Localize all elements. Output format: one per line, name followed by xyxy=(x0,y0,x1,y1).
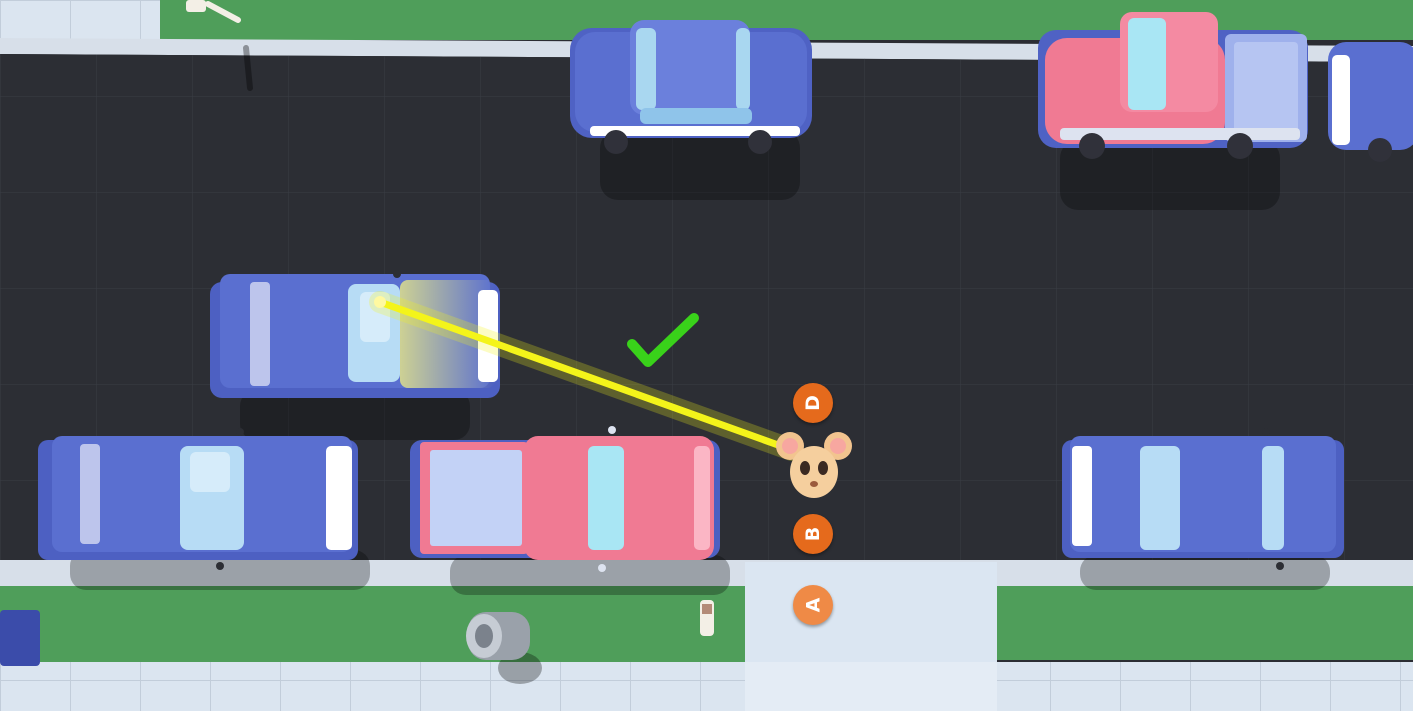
bench-left xyxy=(0,610,40,666)
red-pickup-bottom[interactable] xyxy=(410,426,720,572)
game-scene xyxy=(0,0,1413,711)
marker-b[interactable]: B xyxy=(793,514,833,554)
marker-a[interactable]: A xyxy=(793,585,833,625)
marker-d-label: D xyxy=(802,395,824,411)
blue-car-bottom-right[interactable] xyxy=(1062,428,1344,570)
blue-car-top-right[interactable] xyxy=(1328,42,1413,162)
blue-car-bottom-left[interactable] xyxy=(38,428,358,570)
sidewalk-top-left xyxy=(0,0,160,40)
marker-d[interactable]: D xyxy=(793,383,833,423)
red-pickup-top[interactable] xyxy=(1038,12,1308,159)
grass-bottom-right xyxy=(995,586,1413,660)
fire-hydrant-bottom xyxy=(700,600,714,636)
marker-b-label: B xyxy=(801,526,824,542)
marker-a-label: A xyxy=(802,597,824,613)
grass-bottom-left xyxy=(0,586,745,666)
blue-sedan-top[interactable] xyxy=(570,20,812,154)
sidewalk-bottom xyxy=(0,662,1413,711)
